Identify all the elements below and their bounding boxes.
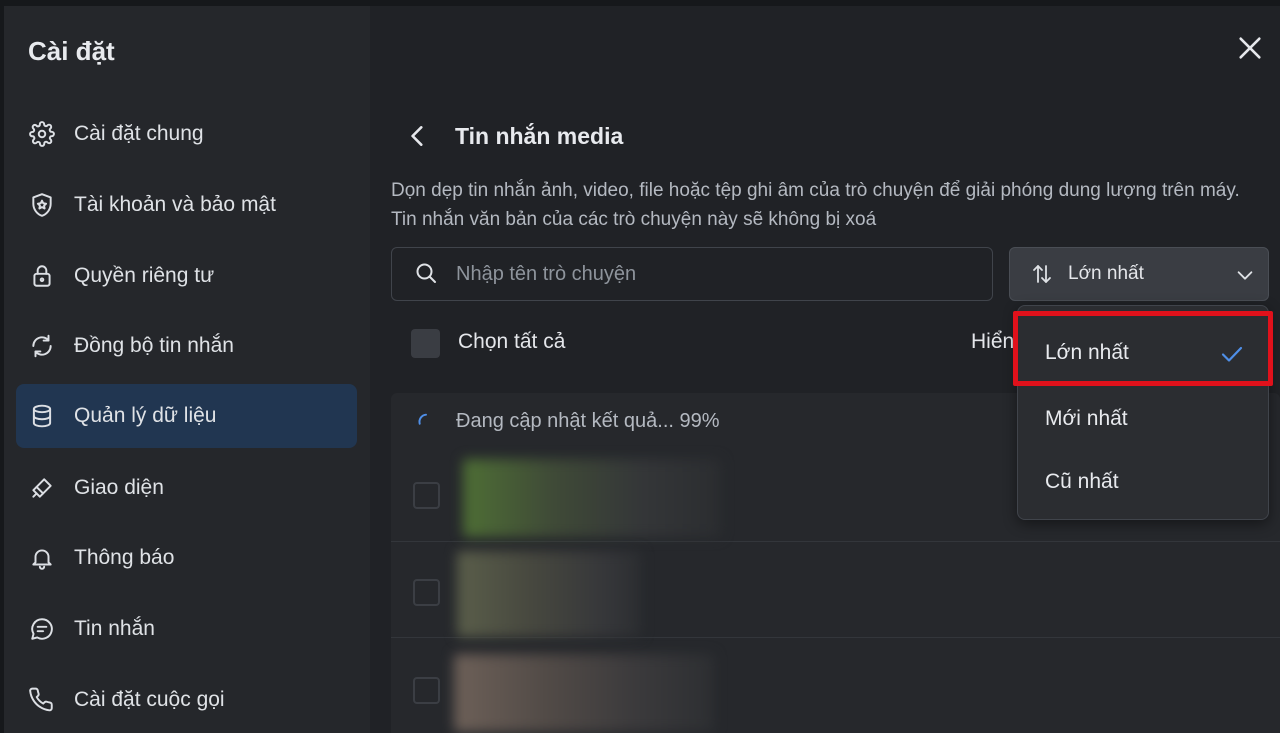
- sort-option-largest[interactable]: Lớn nhất: [1018, 322, 1270, 384]
- thumbnail-blurred: [457, 551, 641, 637]
- sidebar-item-label: Cài đặt chung: [74, 122, 204, 145]
- sidebar-item-label: Quyền riêng tư: [74, 264, 215, 287]
- database-icon: [28, 402, 56, 430]
- sort-option-oldest[interactable]: Cũ nhất: [1018, 451, 1270, 513]
- sidebar-item-label: Đồng bộ tin nhắn: [74, 334, 234, 357]
- sort-option-label: Mới nhất: [1045, 407, 1128, 430]
- row-checkbox[interactable]: [413, 677, 440, 704]
- sidebar-item-label: Tin nhắn: [74, 617, 155, 640]
- bell-icon: [28, 544, 56, 572]
- sidebar-item-privacy[interactable]: Quyền riêng tư: [16, 244, 357, 308]
- thumbnail-blurred: [454, 654, 714, 732]
- lock-icon: [28, 262, 56, 290]
- page-description: Dọn dẹp tin nhắn ảnh, video, file hoặc t…: [391, 180, 1240, 230]
- chevron-down-icon: [1234, 264, 1256, 286]
- display-label: Hiển: [971, 330, 1015, 353]
- gear-icon: [28, 120, 56, 148]
- sidebar-item-label: Thông báo: [74, 546, 175, 569]
- chevron-left-icon: [411, 126, 423, 146]
- loading-status: Đang cập nhật kết quả... 99%: [456, 409, 720, 432]
- sync-icon: [28, 332, 56, 360]
- back-button[interactable]: [400, 118, 436, 154]
- sort-select[interactable]: Lớn nhất: [1009, 247, 1269, 301]
- shield-icon: [28, 191, 56, 219]
- sidebar-item-appearance[interactable]: Giao diện: [16, 456, 357, 520]
- sidebar-item-label: Cài đặt cuộc gọi: [74, 688, 225, 711]
- page-title: Tin nhắn media: [455, 123, 624, 149]
- sort-icon: [1030, 262, 1054, 286]
- sidebar-item-messages[interactable]: Tin nhắn: [16, 597, 357, 661]
- sidebar-item-data-management[interactable]: Quản lý dữ liệu: [16, 384, 357, 448]
- close-icon: [1239, 37, 1261, 59]
- sort-option-label: Lớn nhất: [1045, 341, 1129, 364]
- sidebar-item-label: Giao diện: [74, 476, 164, 499]
- row-checkbox[interactable]: [413, 482, 440, 509]
- phone-icon: [28, 686, 56, 714]
- search-icon: [414, 261, 440, 287]
- select-all-checkbox[interactable]: [411, 329, 440, 358]
- search-box[interactable]: [391, 247, 993, 301]
- sidebar-item-general[interactable]: Cài đặt chung: [16, 102, 357, 166]
- sidebar-item-label: Quản lý dữ liệu: [74, 404, 217, 427]
- sort-dropdown-menu: Lớn nhất Mới nhất Cũ nhất: [1017, 305, 1269, 520]
- sort-option-label: Cũ nhất: [1045, 470, 1119, 493]
- row-checkbox[interactable]: [413, 579, 440, 606]
- thumbnail-blurred: [463, 459, 721, 537]
- sidebar-item-sync[interactable]: Đồng bộ tin nhắn: [16, 314, 357, 378]
- sidebar-item-account-security[interactable]: Tài khoản và bảo mật: [16, 173, 357, 237]
- spinner-icon: [417, 412, 435, 430]
- sidebar-item-call-settings[interactable]: Cài đặt cuộc gọi: [16, 668, 357, 732]
- sidebar-item-label: Tài khoản và bảo mật: [74, 193, 276, 216]
- sidebar-title: Cài đặt: [28, 36, 115, 66]
- checkmark-icon: [1220, 342, 1244, 366]
- message-icon: [28, 615, 56, 643]
- sidebar-item-notifications[interactable]: Thông báo: [16, 526, 357, 590]
- list-item[interactable]: [391, 543, 1280, 638]
- sort-selected-label: Lớn nhất: [1068, 263, 1144, 284]
- settings-window: Cài đặt Cài đặt chung Tài khoản và bảo m…: [4, 6, 1280, 733]
- brush-icon: [28, 474, 56, 502]
- settings-sidebar: Cài đặt Cài đặt chung Tài khoản và bảo m…: [4, 6, 370, 733]
- list-item[interactable]: [391, 639, 1280, 733]
- select-all-label[interactable]: Chọn tất cả: [458, 330, 565, 354]
- search-input[interactable]: [456, 262, 956, 286]
- sort-option-newest[interactable]: Mới nhất: [1018, 388, 1270, 450]
- close-button[interactable]: [1232, 30, 1268, 66]
